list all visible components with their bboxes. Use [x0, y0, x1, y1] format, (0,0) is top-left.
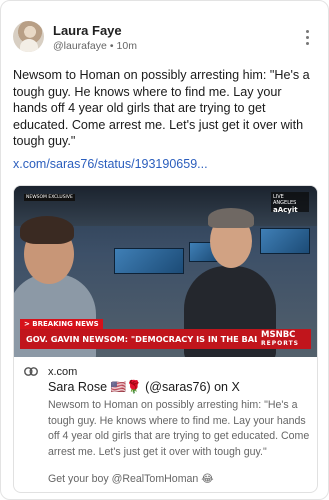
video-thumbnail[interactable]: NEWSOM EXCLUSIVE LIVE ANGELES aAcyit > B… — [14, 186, 317, 357]
post-meta: @laurafaye • 10m — [53, 40, 137, 52]
link-preview-card[interactable]: NEWSOM EXCLUSIVE LIVE ANGELES aAcyit > B… — [13, 185, 318, 493]
reporter-hair — [20, 216, 74, 244]
bug-line-2: aAcyit — [273, 206, 298, 214]
post-link[interactable]: x.com/saras76/status/193190659... — [13, 157, 318, 171]
kebab-menu-icon[interactable] — [302, 30, 312, 48]
video-corner-tag: NEWSOM EXCLUSIVE — [24, 194, 75, 201]
bug-line-1: LIVE ANGELES — [273, 194, 297, 206]
video-live-bug: LIVE ANGELES aAcyit — [271, 192, 309, 214]
newsom-hair — [208, 208, 254, 228]
network-sub-text: REPORTS — [261, 340, 299, 347]
network-logo: MSNBC REPORTS — [257, 329, 311, 349]
post-card: Laura Faye @laurafaye • 10m Newsom to Homa… — [0, 0, 329, 500]
network-logo-text: MSNBC — [261, 330, 296, 340]
card-description: Newsom to Homan on possibly arresting hi… — [48, 399, 310, 458]
post-time[interactable]: 10m — [117, 40, 137, 52]
card-domain: x.com — [48, 366, 78, 378]
post-text: Newsom to Homan on possibly arresting hi… — [13, 68, 310, 148]
card-title[interactable]: Sara Rose 🇺🇸🌹 (@saras76) on X — [48, 380, 240, 395]
author-handle[interactable]: @laurafaye — [53, 40, 107, 52]
card-info: x.com Sara Rose 🇺🇸🌹 (@saras76) on X News… — [14, 358, 317, 492]
video-monitor — [260, 228, 310, 254]
link-icon — [24, 367, 38, 376]
author-name[interactable]: Laura Faye — [53, 23, 122, 38]
avatar[interactable] — [13, 21, 44, 52]
breaking-news-label: > BREAKING NEWS — [20, 319, 103, 329]
card-footer-text: Get your boy @RealTomHoman 😂 — [48, 473, 214, 485]
video-monitor — [114, 248, 184, 274]
meta-separator: • — [109, 40, 114, 52]
news-chyron: GOV. GAVIN NEWSOM: "DEMOCRACY IS IN THE … — [20, 329, 257, 349]
post-header: Laura Faye @laurafaye • 10m — [13, 21, 318, 55]
